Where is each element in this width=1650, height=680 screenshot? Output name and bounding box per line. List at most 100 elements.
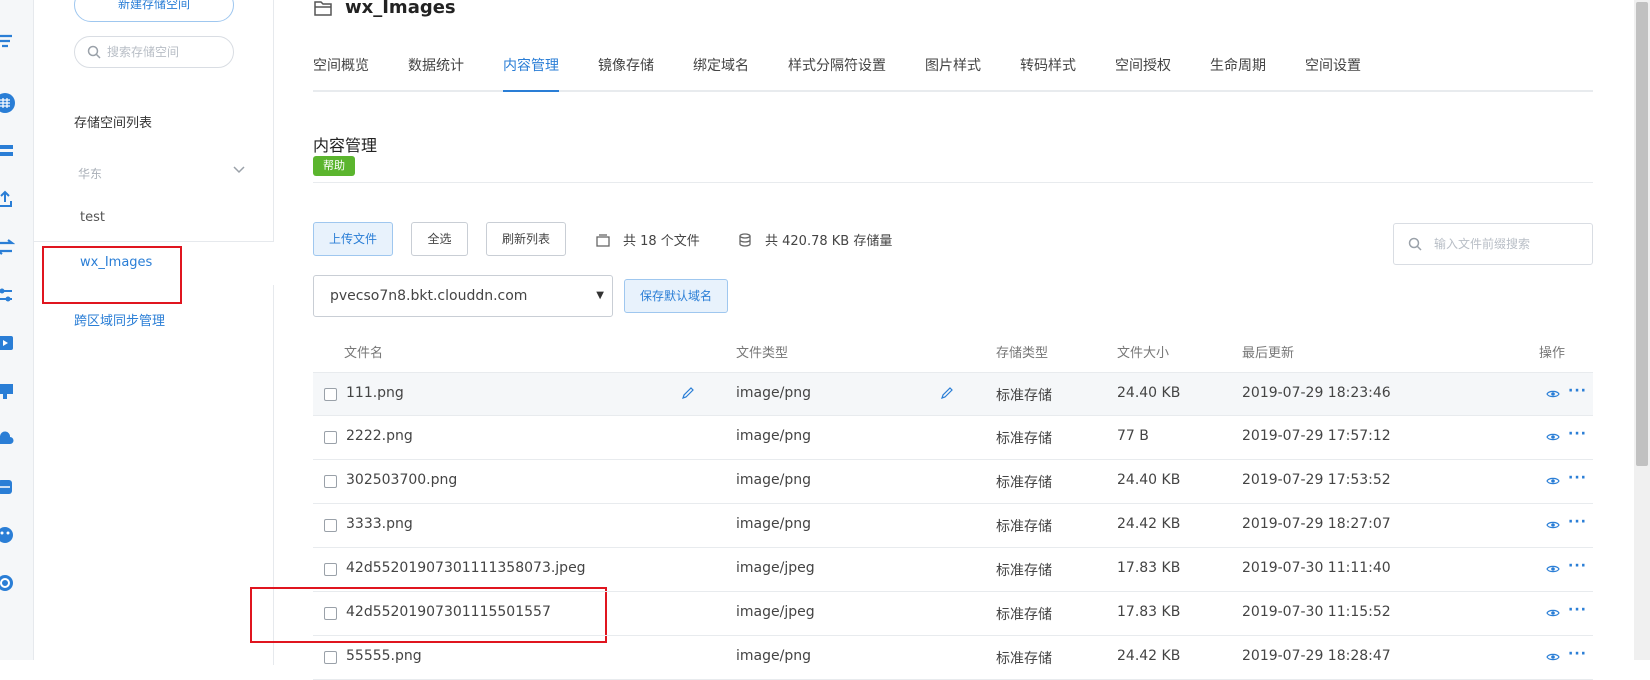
tab-style-separator[interactable]: 样式分隔符设置 <box>788 48 886 92</box>
table-row[interactable]: 55555.png image/png 标准存储 24.42 KB 2019-07-29… <box>313 636 1593 680</box>
preview-eye-icon[interactable] <box>1546 474 1560 488</box>
cross-region-sync-link[interactable]: 跨区域同步管理 <box>74 310 165 329</box>
row-checkbox[interactable] <box>324 607 337 620</box>
file-name[interactable]: 42d55201907301111358073.jpeg <box>346 560 586 576</box>
upload-button[interactable]: 上传文件 <box>313 222 393 256</box>
video-icon[interactable] <box>0 332 16 354</box>
preview-eye-icon[interactable] <box>1546 650 1560 664</box>
bucket-search-box[interactable] <box>74 36 234 68</box>
bucket-icon <box>314 0 332 16</box>
header-type: 文件类型 <box>736 346 789 361</box>
row-checkbox[interactable] <box>324 519 337 532</box>
preview-eye-icon[interactable] <box>1546 430 1560 444</box>
files-icon <box>596 233 610 247</box>
file-name[interactable]: 42d55201907301115501557 <box>346 604 551 620</box>
bucket-header: wx_Images <box>313 0 456 18</box>
more-options-icon[interactable]: ··· <box>1568 383 1587 399</box>
bucket-list-title: 存储空间列表 <box>74 116 153 131</box>
grid-icon[interactable] <box>0 92 16 114</box>
face-icon[interactable] <box>0 524 16 546</box>
table-row[interactable]: 111.png image/png 标准存储 24.40 KB 2019-07-29 1… <box>313 372 1593 416</box>
row-checkbox[interactable] <box>324 475 337 488</box>
table-row[interactable]: 302503700.png image/png 标准存储 24.40 KB 2019-0… <box>313 460 1593 504</box>
tab-bind-domain[interactable]: 绑定域名 <box>693 48 749 92</box>
file-name[interactable]: 3333.png <box>346 516 413 532</box>
last-updated: 2019-07-30 11:11:40 <box>1242 560 1391 576</box>
table-row[interactable]: 42d55201907301115501557 image/jpeg 标准存储 17.… <box>313 592 1593 636</box>
file-name[interactable]: 111.png <box>346 385 404 401</box>
table-row[interactable]: 3333.png image/png 标准存储 24.42 KB 2019-07-29 … <box>313 504 1593 548</box>
tab-statistics[interactable]: 数据统计 <box>408 48 464 92</box>
last-updated: 2019-07-29 17:53:52 <box>1242 472 1391 488</box>
row-checkbox[interactable] <box>324 388 337 401</box>
file-size: 77 B <box>1117 428 1149 444</box>
edit-name-icon[interactable] <box>680 385 696 401</box>
cloud-icon[interactable] <box>0 428 16 450</box>
tab-lifecycle[interactable]: 生命周期 <box>1210 48 1266 92</box>
tab-image-style[interactable]: 图片样式 <box>925 48 981 92</box>
file-count-stat: 共 18 个文件 <box>595 230 700 249</box>
more-options-icon[interactable]: ··· <box>1568 426 1587 442</box>
storage-type: 标准存储 <box>996 607 1052 623</box>
bucket-title: wx_Images <box>345 0 456 18</box>
more-options-icon[interactable]: ··· <box>1568 602 1587 618</box>
storage-type: 标准存储 <box>996 475 1052 491</box>
region-selector[interactable]: 华东 <box>78 165 268 182</box>
bucket-item-wx-images[interactable]: wx_Images <box>80 255 152 270</box>
preview-eye-icon[interactable] <box>1546 387 1560 401</box>
shield-icon[interactable] <box>0 572 16 594</box>
table-row[interactable]: 42d55201907301111358073.jpeg image/jpeg 标准… <box>313 548 1593 592</box>
storage-type: 标准存储 <box>996 651 1052 667</box>
edit-type-icon[interactable] <box>939 385 955 401</box>
file-search-input[interactable] <box>1434 237 1584 251</box>
storage-text: 共 420.78 KB 存储量 <box>765 234 893 249</box>
bucket-search-input[interactable] <box>107 45 217 59</box>
help-badge[interactable]: 帮助 <box>313 156 355 176</box>
tab-content-management[interactable]: 内容管理 <box>503 48 559 92</box>
bucket-item-test[interactable]: test <box>80 210 105 225</box>
file-name[interactable]: 302503700.png <box>346 472 457 488</box>
tab-bar: 空间概览 数据统计 内容管理 镜像存储 绑定域名 样式分隔符设置 图片样式 转码… <box>313 48 1593 92</box>
page-scrollbar[interactable] <box>1634 0 1650 660</box>
new-bucket-button[interactable]: 新建存储空间 <box>74 0 234 22</box>
more-options-icon[interactable]: ··· <box>1568 470 1587 486</box>
file-name[interactable]: 55555.png <box>346 648 422 664</box>
file-type: image/png <box>736 516 811 532</box>
more-options-icon[interactable]: ··· <box>1568 558 1587 574</box>
preview-eye-icon[interactable] <box>1546 562 1560 576</box>
upload-icon[interactable] <box>0 188 16 210</box>
more-options-icon[interactable]: ··· <box>1568 514 1587 530</box>
domain-select[interactable]: pvecso7n8.bkt.clouddn.com ▼ <box>313 275 613 317</box>
preview-eye-icon[interactable] <box>1546 518 1560 532</box>
preview-eye-icon[interactable] <box>1546 606 1560 620</box>
file-name[interactable]: 2222.png <box>346 428 413 444</box>
row-checkbox[interactable] <box>324 431 337 444</box>
filter-icon[interactable] <box>0 30 16 52</box>
scrollbar-thumb[interactable] <box>1636 2 1648 466</box>
monitor-icon[interactable] <box>0 380 16 402</box>
file-type: image/jpeg <box>736 604 815 620</box>
domain-select-value: pvecso7n8.bkt.clouddn.com <box>330 288 528 304</box>
header-ops: 操作 <box>1539 346 1566 361</box>
table-row[interactable]: 2222.png image/png 标准存储 77 B 2019-07-29 17:5… <box>313 416 1593 460</box>
tab-transcode-style[interactable]: 转码样式 <box>1020 48 1076 92</box>
row-checkbox[interactable] <box>324 563 337 576</box>
transfer-icon[interactable] <box>0 236 16 258</box>
tab-bucket-settings[interactable]: 空间设置 <box>1305 48 1361 92</box>
save-default-domain-button[interactable]: 保存默认域名 <box>624 279 728 313</box>
file-size: 24.42 KB <box>1117 516 1181 532</box>
sliders-icon[interactable] <box>0 284 16 306</box>
file-type: image/png <box>736 648 811 664</box>
refresh-list-button[interactable]: 刷新列表 <box>486 222 566 256</box>
select-all-button[interactable]: 全选 <box>411 222 468 256</box>
tab-overview[interactable]: 空间概览 <box>313 48 369 92</box>
header-storage: 存储类型 <box>996 346 1049 361</box>
bucket-sidebar: 新建存储空间 存储空间列表 华东 test wx_Images 跨区域同步管理 <box>34 0 274 665</box>
chevron-down-icon <box>233 166 245 174</box>
file-search-box[interactable] <box>1393 223 1593 265</box>
list-icon[interactable] <box>0 140 16 162</box>
row-checkbox[interactable] <box>324 651 337 664</box>
tab-mirror-storage[interactable]: 镜像存储 <box>598 48 654 92</box>
tab-bucket-auth[interactable]: 空间授权 <box>1115 48 1171 92</box>
storage-icon[interactable] <box>0 476 16 498</box>
